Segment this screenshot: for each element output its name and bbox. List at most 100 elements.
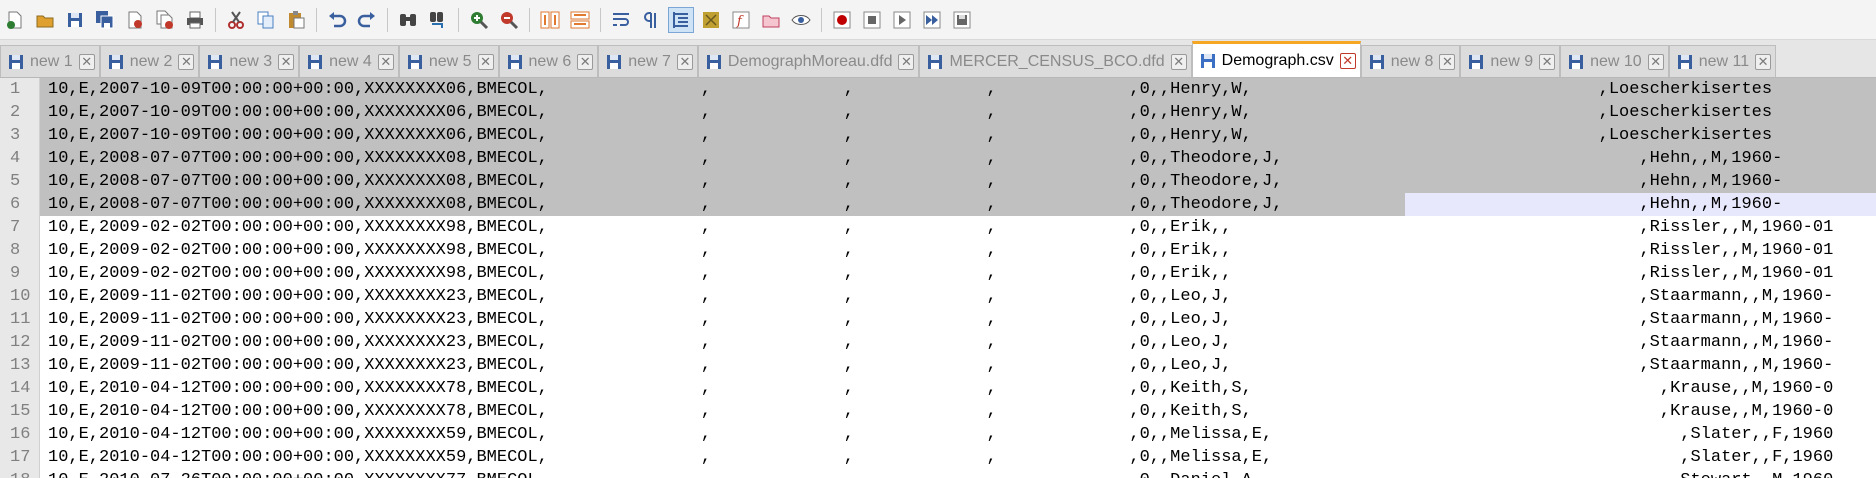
tab-new-4[interactable]: new 4 ✕ xyxy=(299,45,399,77)
close-tab-icon[interactable]: ✕ xyxy=(1755,53,1772,70)
close-tab-icon[interactable]: ✕ xyxy=(898,53,915,70)
document-map-button[interactable] xyxy=(698,7,724,33)
line-text[interactable]: 10,E,2008-07-07T00:00:00+00:00,XXXXXXXX0… xyxy=(40,170,1876,193)
line-text[interactable]: 10,E,2007-10-09T00:00:00+00:00,XXXXXXXX0… xyxy=(40,78,1876,101)
folder-workspace-button[interactable] xyxy=(758,7,784,33)
line-text[interactable]: 10,E,2010-04-12T00:00:00+00:00,XXXXXXXX7… xyxy=(40,377,1876,400)
open-folder-button[interactable] xyxy=(32,7,58,33)
record-macro-button[interactable] xyxy=(829,7,855,33)
close-tab-icon[interactable]: ✕ xyxy=(1539,53,1556,70)
zoom-out-button[interactable] xyxy=(496,7,522,33)
tab-new-8[interactable]: new 8 ✕ xyxy=(1360,45,1461,77)
close-tab-icon[interactable]: ✕ xyxy=(1647,53,1664,70)
save-button[interactable] xyxy=(62,7,88,33)
editor-line[interactable]: 16 10,E,2010-04-12T00:00:00+00:00,XXXXXXX… xyxy=(0,423,1876,446)
line-text[interactable]: 10,E,2010-04-12T00:00:00+00:00,XXXXXXXX7… xyxy=(40,400,1876,423)
saved-file-icon xyxy=(1368,53,1386,71)
play-macro-button[interactable] xyxy=(889,7,915,33)
tab-new-5[interactable]: new 5 ✕ xyxy=(398,45,499,77)
line-text[interactable]: 10,E,2009-11-02T00:00:00+00:00,XXXXXXXX2… xyxy=(40,354,1876,377)
close-tab-icon[interactable]: ✕ xyxy=(278,53,295,70)
sync-horizontal-button[interactable] xyxy=(567,7,593,33)
tab-mercer-census-bco-dfd[interactable]: MERCER_CENSUS_BCO.dfd ✕ xyxy=(919,45,1192,77)
line-text[interactable]: 10,E,2010-04-12T00:00:00+00:00,XXXXXXXX5… xyxy=(40,446,1876,469)
run-macro-multiple-button[interactable] xyxy=(919,7,945,33)
tab-demographmoreau-dfd[interactable]: DemographMoreau.dfd ✕ xyxy=(697,45,920,77)
undo-button[interactable] xyxy=(324,7,350,33)
close-tab-icon[interactable]: ✕ xyxy=(477,53,494,70)
copy-button[interactable] xyxy=(253,7,279,33)
word-wrap-button[interactable] xyxy=(608,7,634,33)
line-text[interactable]: 10,E,2009-02-02T00:00:00+00:00,XXXXXXXX9… xyxy=(40,216,1876,239)
replace-button[interactable] xyxy=(425,7,451,33)
find-button[interactable] xyxy=(395,7,421,33)
tab-demograph-csv[interactable]: Demograph.csv ✕ xyxy=(1191,41,1361,77)
editor-line[interactable]: 12 10,E,2009-11-02T00:00:00+00:00,XXXXXXX… xyxy=(0,331,1876,354)
line-text[interactable]: 10,E,2010-07-26T00:00:00+00:00,XXXXXXXX7… xyxy=(40,469,1876,478)
indent-guide-button[interactable] xyxy=(668,6,694,33)
close-tab-icon[interactable]: ✕ xyxy=(577,53,594,70)
tab-new-1[interactable]: new 1 ✕ xyxy=(0,45,100,77)
close-tab-icon[interactable]: ✕ xyxy=(1439,53,1456,70)
editor-line[interactable]: 5 10,E,2008-07-07T00:00:00+00:00,XXXXXXXX… xyxy=(0,170,1876,193)
indent-guide-icon xyxy=(671,10,691,30)
editor-line[interactable]: 14 10,E,2010-04-12T00:00:00+00:00,XXXXXXX… xyxy=(0,377,1876,400)
close-all-button[interactable] xyxy=(152,7,178,33)
editor-line[interactable]: 18 10,E,2010-07-26T00:00:00+00:00,XXXXXXX… xyxy=(0,469,1876,478)
editor-line[interactable]: 8 10,E,2009-02-02T00:00:00+00:00,XXXXXXXX… xyxy=(0,239,1876,262)
line-text[interactable]: 10,E,2008-07-07T00:00:00+00:00,XXXXXXXX0… xyxy=(40,147,1876,170)
editor-line[interactable]: 6 10,E,2008-07-07T00:00:00+00:00,XXXXXXXX… xyxy=(0,193,1876,216)
editor-line[interactable]: 3 10,E,2007-10-09T00:00:00+00:00,XXXXXXXX… xyxy=(0,124,1876,147)
close-tab-icon[interactable]: ✕ xyxy=(1170,53,1187,70)
tab-new-3[interactable]: new 3 ✕ xyxy=(199,45,300,77)
function-list-button[interactable]: f xyxy=(728,7,754,33)
editor-line[interactable]: 2 10,E,2007-10-09T00:00:00+00:00,XXXXXXXX… xyxy=(0,101,1876,124)
sync-vertical-button[interactable] xyxy=(537,7,563,33)
tab-new-11[interactable]: new 11 ✕ xyxy=(1668,45,1777,77)
line-text[interactable]: 10,E,2009-11-02T00:00:00+00:00,XXXXXXXX2… xyxy=(40,285,1876,308)
save-macro-button[interactable] xyxy=(949,7,975,33)
tab-new-10[interactable]: new 10 ✕ xyxy=(1560,45,1669,77)
line-number: 1 xyxy=(0,78,40,101)
close-tab-icon[interactable]: ✕ xyxy=(178,53,195,70)
close-tab-icon[interactable]: ✕ xyxy=(676,53,693,70)
close-tab-icon[interactable]: ✕ xyxy=(377,53,394,70)
line-text[interactable]: 10,E,2009-02-02T00:00:00+00:00,XXXXXXXX9… xyxy=(40,262,1876,285)
editor[interactable]: 1 10,E,2007-10-09T00:00:00+00:00,XXXXXXXX… xyxy=(0,78,1876,478)
paste-button[interactable] xyxy=(283,7,309,33)
line-text[interactable]: 10,E,2007-10-09T00:00:00+00:00,XXXXXXXX0… xyxy=(40,101,1876,124)
new-file-button[interactable] xyxy=(2,7,28,33)
save-all-button[interactable] xyxy=(92,7,118,33)
editor-line[interactable]: 4 10,E,2008-07-07T00:00:00+00:00,XXXXXXXX… xyxy=(0,147,1876,170)
editor-line[interactable]: 11 10,E,2009-11-02T00:00:00+00:00,XXXXXXX… xyxy=(0,308,1876,331)
cut-button[interactable] xyxy=(223,7,249,33)
editor-line[interactable]: 17 10,E,2010-04-12T00:00:00+00:00,XXXXXXX… xyxy=(0,446,1876,469)
line-text[interactable]: 10,E,2010-04-12T00:00:00+00:00,XXXXXXXX5… xyxy=(40,423,1876,446)
editor-line[interactable]: 13 10,E,2009-11-02T00:00:00+00:00,XXXXXXX… xyxy=(0,354,1876,377)
editor-line[interactable]: 10 10,E,2009-11-02T00:00:00+00:00,XXXXXXX… xyxy=(0,285,1876,308)
line-text[interactable]: 10,E,2007-10-09T00:00:00+00:00,XXXXXXXX0… xyxy=(40,124,1876,147)
close-tab-icon[interactable]: ✕ xyxy=(1339,52,1356,69)
line-text[interactable]: 10,E,2009-02-02T00:00:00+00:00,XXXXXXXX9… xyxy=(40,239,1876,262)
show-all-characters-button[interactable] xyxy=(638,7,664,33)
tab-new-7[interactable]: new 7 ✕ xyxy=(598,45,698,77)
close-tab-icon[interactable]: ✕ xyxy=(78,53,95,70)
line-content: 10,E,2009-02-02T00:00:00+00:00,XXXXXXXX9… xyxy=(48,218,1834,237)
redo-button[interactable] xyxy=(354,7,380,33)
line-text[interactable]: 10,E,2009-11-02T00:00:00+00:00,XXXXXXXX2… xyxy=(40,308,1876,331)
editor-line[interactable]: 9 10,E,2009-02-02T00:00:00+00:00,XXXXXXXX… xyxy=(0,262,1876,285)
line-text[interactable]: 10,E,2009-11-02T00:00:00+00:00,XXXXXXXX2… xyxy=(40,331,1876,354)
zoom-in-button[interactable] xyxy=(466,7,492,33)
line-text[interactable]: 10,E,2008-07-07T00:00:00+00:00,XXXXXXXX0… xyxy=(40,193,1876,216)
editor-line[interactable]: 1 10,E,2007-10-09T00:00:00+00:00,XXXXXXXX… xyxy=(0,78,1876,101)
editor-line[interactable]: 15 10,E,2010-04-12T00:00:00+00:00,XXXXXXX… xyxy=(0,400,1876,423)
record-macro-icon xyxy=(832,10,852,30)
monitoring-eye-button[interactable] xyxy=(788,7,814,33)
tab-new-6[interactable]: new 6 ✕ xyxy=(498,45,599,77)
print-button[interactable] xyxy=(182,7,208,33)
tab-new-2[interactable]: new 2 ✕ xyxy=(99,45,200,77)
close-file-button[interactable] xyxy=(122,7,148,33)
stop-recording-button[interactable] xyxy=(859,7,885,33)
editor-line[interactable]: 7 10,E,2009-02-02T00:00:00+00:00,XXXXXXXX… xyxy=(0,216,1876,239)
tab-new-9[interactable]: new 9 ✕ xyxy=(1460,45,1561,77)
